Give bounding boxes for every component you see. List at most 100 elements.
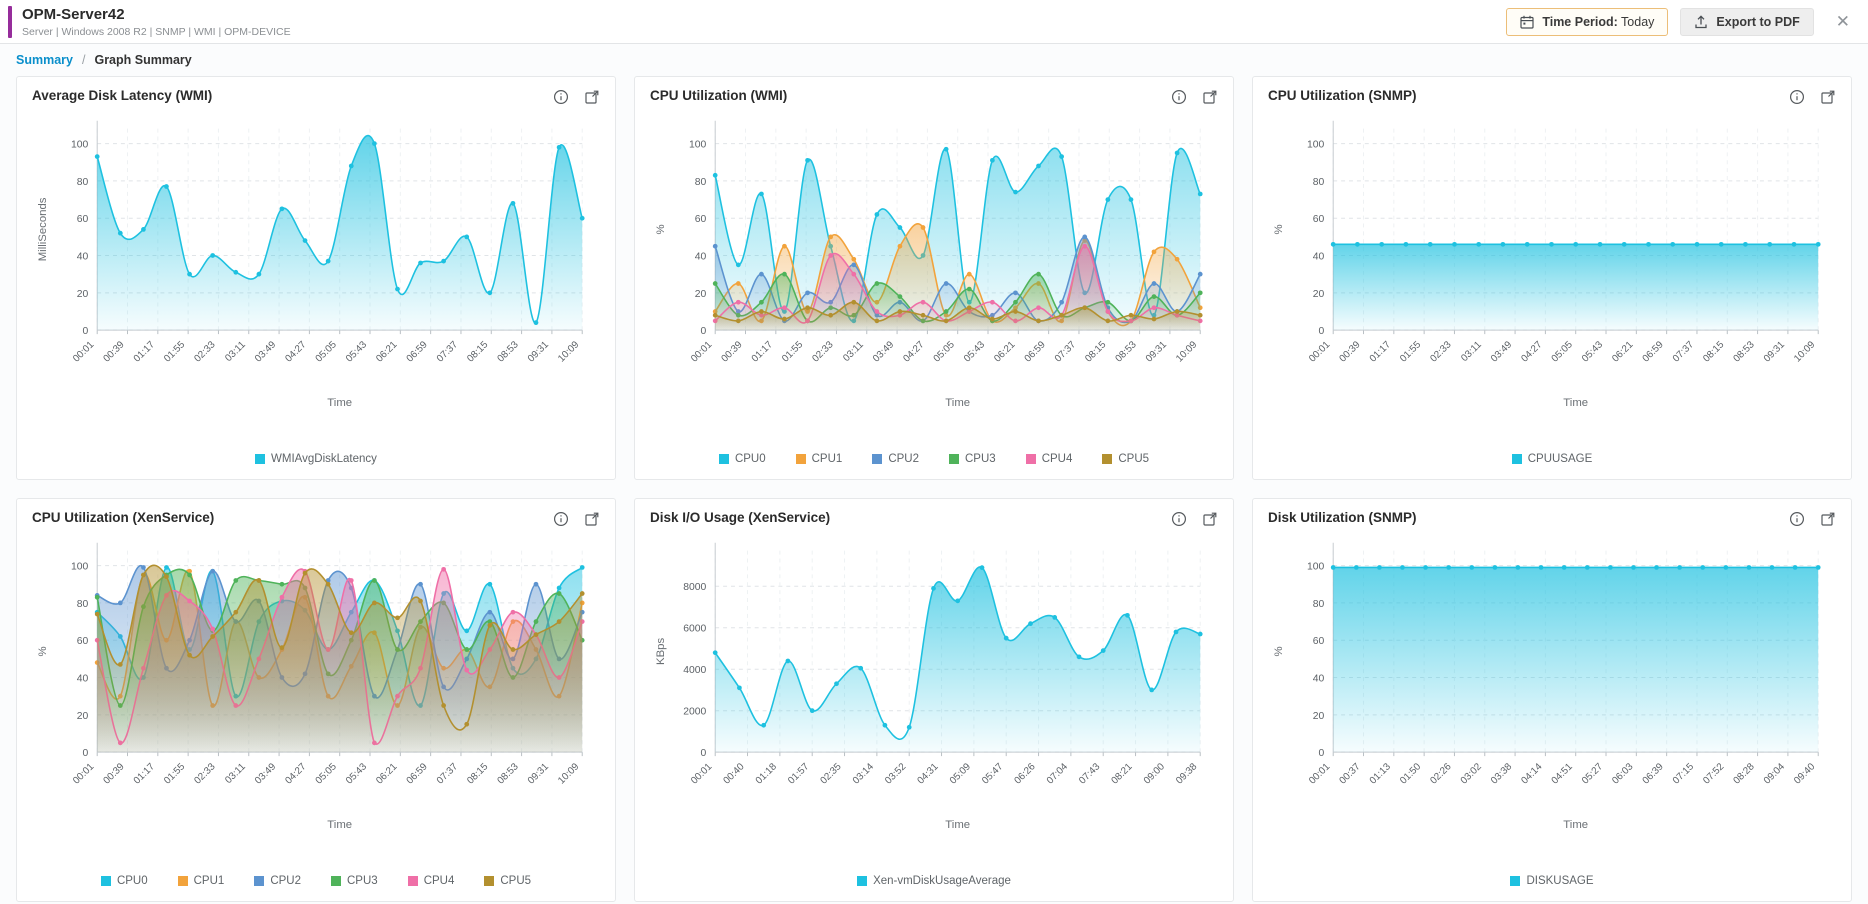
x-tick-label: 04:51 xyxy=(1550,761,1575,786)
legend-swatch xyxy=(1512,454,1522,464)
legend-item[interactable]: CPU0 xyxy=(719,453,766,465)
open-external-icon[interactable] xyxy=(1820,89,1836,105)
data-point xyxy=(1670,242,1675,247)
y-tick-label: 20 xyxy=(77,711,89,722)
x-tick-label: 00:01 xyxy=(71,761,96,786)
data-point xyxy=(487,290,492,295)
data-point xyxy=(580,565,585,570)
data-point xyxy=(1013,300,1018,305)
data-point xyxy=(1174,630,1179,635)
data-point xyxy=(164,184,169,189)
x-tick-label: 09:38 xyxy=(1174,761,1200,787)
data-point xyxy=(990,317,995,322)
time-period-button[interactable]: Time Period: Today xyxy=(1506,8,1668,36)
legend-item[interactable]: Xen-vmDiskUsageAverage xyxy=(857,875,1011,887)
x-tick-label: 05:05 xyxy=(932,339,958,365)
x-tick-label: 05:43 xyxy=(962,339,988,365)
breadcrumb-summary-link[interactable]: Summary xyxy=(16,53,73,67)
data-point xyxy=(834,681,839,686)
data-point xyxy=(1816,565,1821,570)
x-tick-label: 09:40 xyxy=(1792,761,1818,787)
data-point xyxy=(782,272,787,277)
y-tick-label: 100 xyxy=(71,562,89,573)
info-icon[interactable] xyxy=(1789,89,1805,105)
open-external-icon[interactable] xyxy=(584,511,600,527)
close-icon[interactable]: ✕ xyxy=(1836,12,1850,32)
legend-swatch xyxy=(178,876,188,886)
y-tick-label: 80 xyxy=(1313,177,1325,188)
data-point xyxy=(759,192,764,197)
x-axis-label: Time xyxy=(327,819,352,831)
y-tick-label: 100 xyxy=(689,140,707,151)
data-point xyxy=(1452,242,1457,247)
legend-item[interactable]: CPU2 xyxy=(872,453,919,465)
data-point xyxy=(511,201,516,206)
legend-item[interactable]: CPU4 xyxy=(1026,453,1073,465)
y-axis-label: KBps xyxy=(655,638,667,665)
legend-item[interactable]: CPU3 xyxy=(331,875,378,887)
export-pdf-button[interactable]: Export to PDF xyxy=(1680,8,1813,36)
data-point xyxy=(805,305,810,310)
data-point xyxy=(1539,565,1544,570)
data-point xyxy=(759,300,764,305)
data-point xyxy=(921,300,926,305)
data-point xyxy=(534,619,539,624)
x-tick-label: 00:37 xyxy=(1337,761,1362,786)
data-point xyxy=(557,145,562,150)
legend-item[interactable]: CPU4 xyxy=(408,875,455,887)
legend-item[interactable]: CPU1 xyxy=(178,875,225,887)
data-point xyxy=(828,235,833,240)
open-external-icon[interactable] xyxy=(1202,511,1218,527)
data-point xyxy=(210,634,215,639)
open-external-icon[interactable] xyxy=(1202,89,1218,105)
legend-item[interactable]: CPU5 xyxy=(484,875,531,887)
legend-label: CPUUSAGE xyxy=(1528,453,1593,465)
x-tick-label: 01:55 xyxy=(1398,339,1424,365)
data-point xyxy=(1101,648,1106,653)
data-point xyxy=(990,300,995,305)
legend-item[interactable]: CPU5 xyxy=(1102,453,1149,465)
legend-swatch xyxy=(1510,876,1520,886)
data-point xyxy=(118,601,123,606)
data-point xyxy=(1677,565,1682,570)
data-point xyxy=(1493,565,1498,570)
legend-item[interactable]: CPU2 xyxy=(254,875,301,887)
info-icon[interactable] xyxy=(553,511,569,527)
x-tick-label: 03:49 xyxy=(871,339,897,365)
legend-label: WMIAvgDiskLatency xyxy=(271,453,377,465)
info-icon[interactable] xyxy=(1789,511,1805,527)
data-point xyxy=(1562,565,1567,570)
x-axis-label: Time xyxy=(945,397,970,409)
data-point xyxy=(210,569,215,574)
data-point xyxy=(464,628,469,633)
y-tick-label: 20 xyxy=(77,289,89,300)
x-tick-label: 06:21 xyxy=(1610,339,1635,364)
data-point xyxy=(164,565,169,570)
legend-item[interactable]: CPUUSAGE xyxy=(1512,453,1593,465)
legend-item[interactable]: CPU1 xyxy=(796,453,843,465)
legend-swatch xyxy=(1102,454,1112,464)
info-icon[interactable] xyxy=(553,89,569,105)
legend-label: CPU4 xyxy=(1042,453,1073,465)
open-external-icon[interactable] xyxy=(584,89,600,105)
x-tick-label: 02:33 xyxy=(192,761,218,787)
data-point xyxy=(1516,565,1521,570)
data-point xyxy=(1082,235,1087,240)
open-external-icon[interactable] xyxy=(1820,511,1836,527)
legend-item[interactable]: CPU3 xyxy=(949,453,996,465)
info-icon[interactable] xyxy=(1171,511,1187,527)
y-tick-label: 100 xyxy=(71,140,89,151)
data-point xyxy=(487,623,492,628)
legend-item[interactable]: CPU0 xyxy=(101,875,148,887)
x-tick-label: 02:26 xyxy=(1428,761,1454,787)
chart-legend: CPUUSAGE xyxy=(1253,453,1851,465)
data-point xyxy=(418,261,423,266)
data-point xyxy=(907,725,912,730)
info-icon[interactable] xyxy=(1171,89,1187,105)
data-point xyxy=(210,253,215,258)
data-point xyxy=(875,319,880,324)
legend-item[interactable]: DISKUSAGE xyxy=(1510,875,1593,887)
x-axis-label: Time xyxy=(945,819,970,831)
legend-item[interactable]: WMIAvgDiskLatency xyxy=(255,453,377,465)
data-point xyxy=(713,313,718,318)
